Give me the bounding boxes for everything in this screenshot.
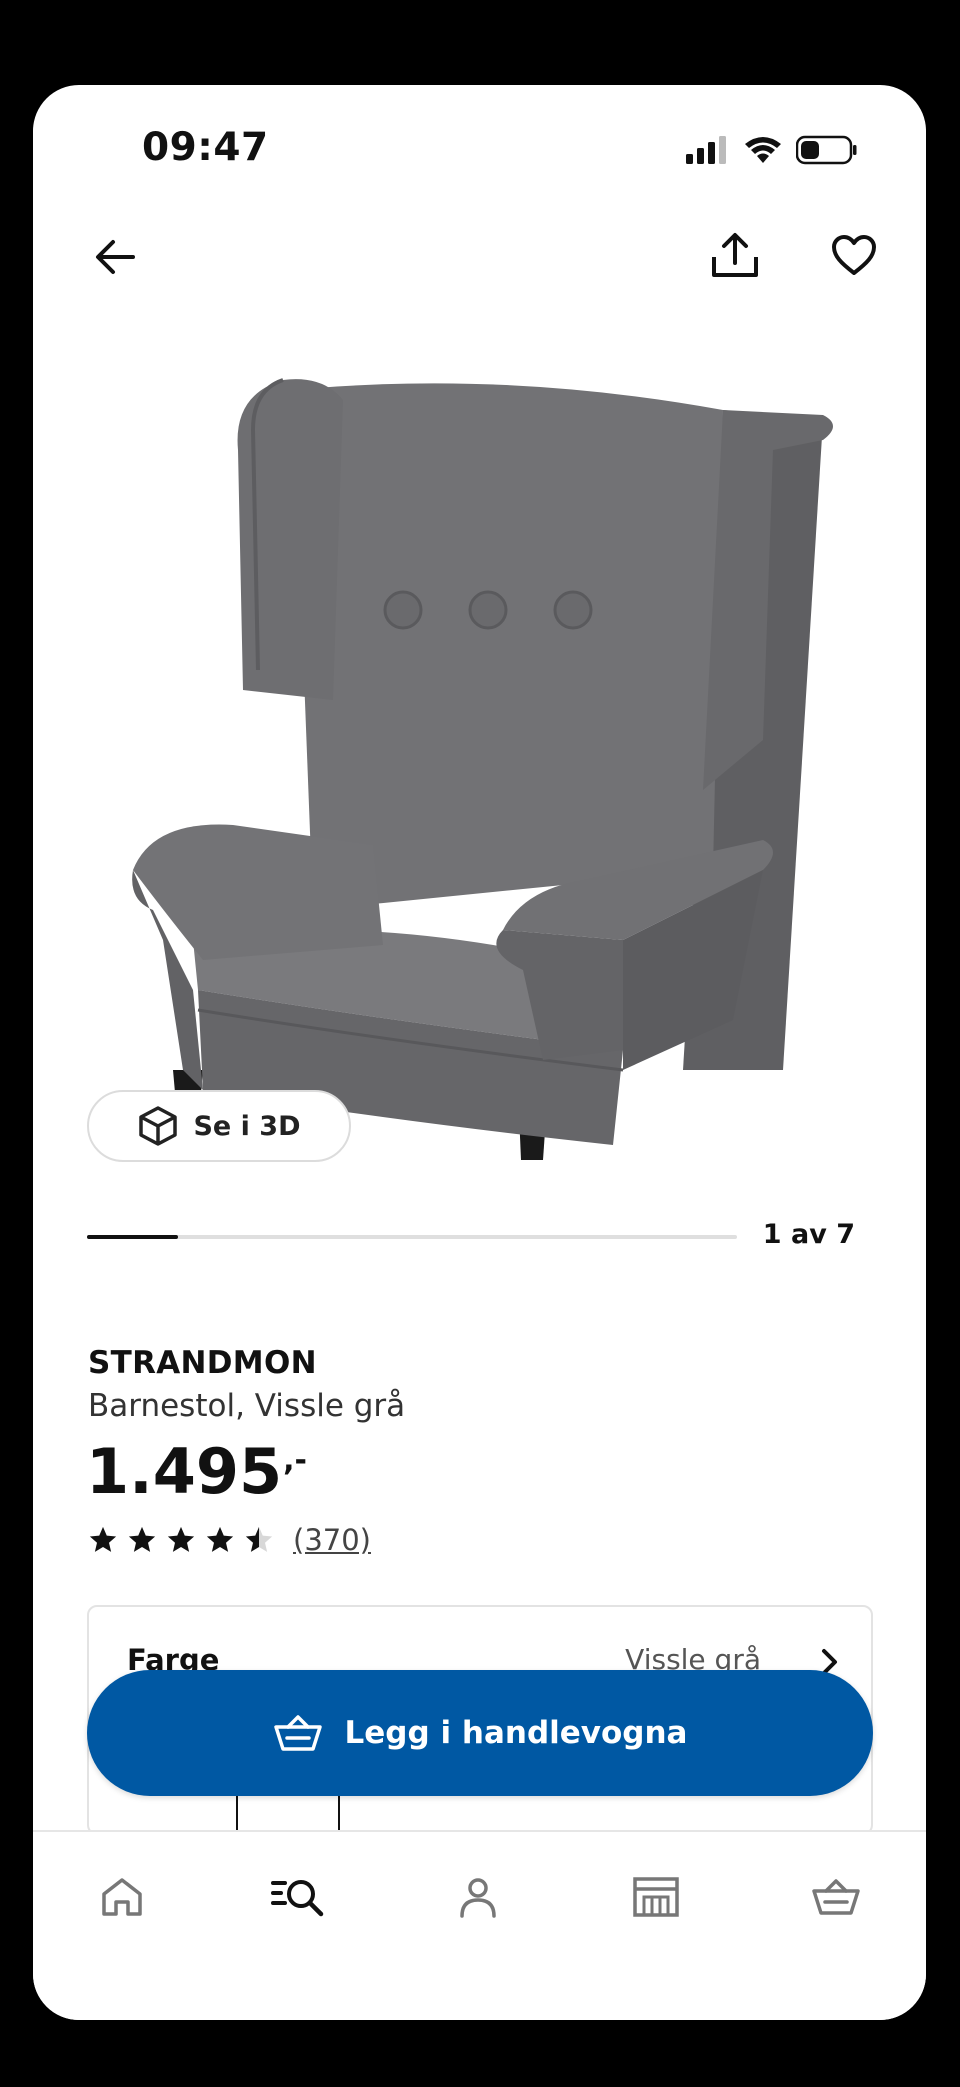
add-to-cart-label: Legg i handlevogna [344,1715,688,1751]
search-icon [271,1880,324,1917]
view-3d-label: Se i 3D [193,1110,301,1142]
product-price: 1.495 ,- [86,1435,307,1508]
product-description: Barnestol, Vissle grå [88,1388,406,1424]
star-icon [167,1526,195,1552]
user-icon [460,1878,496,1918]
star-icon [128,1526,156,1552]
status-icons [686,135,858,165]
star-icon [89,1526,117,1552]
gallery-progress [87,1235,737,1239]
nav-profile[interactable] [443,1862,513,1932]
signal-icon [686,136,726,164]
back-button[interactable] [85,227,145,287]
wifi-icon [745,137,781,163]
gallery-counter: 1 av 7 [762,1219,855,1250]
basket-icon [812,1879,860,1915]
nav-search[interactable] [263,1862,333,1932]
price-value: 1.495 [86,1435,283,1508]
phone-screen: 09:47 Se i 3D 1 av 7 STRANDMON Barnestol… [33,85,926,2020]
view-3d-button[interactable]: Se i 3D [87,1090,351,1162]
heart-icon [832,235,876,275]
review-count-link[interactable]: (370) [293,1523,371,1557]
favorite-button[interactable] [824,225,884,285]
product-rating[interactable]: (370) [88,1523,371,1557]
home-icon [102,1878,142,1916]
price-suffix: ,- [283,1443,307,1478]
nav-stores[interactable] [621,1862,691,1932]
add-to-cart-button[interactable]: Legg i handlevogna [87,1670,873,1796]
status-time: 09:47 [142,125,269,170]
product-name: STRANDMON [88,1345,317,1381]
share-icon [712,233,758,277]
star-icon [206,1526,234,1552]
store-icon [633,1877,679,1917]
share-button[interactable] [705,225,765,285]
battery-icon [796,135,857,165]
nav-home[interactable] [87,1862,157,1932]
nav-cart[interactable] [801,1862,871,1932]
half-star-icon [245,1526,273,1552]
gallery-progress-fill [87,1235,178,1239]
bottom-nav [33,1830,926,2020]
cube-icon [139,1106,178,1146]
arrow-left-icon [96,240,135,274]
basket-icon [273,1715,322,1751]
